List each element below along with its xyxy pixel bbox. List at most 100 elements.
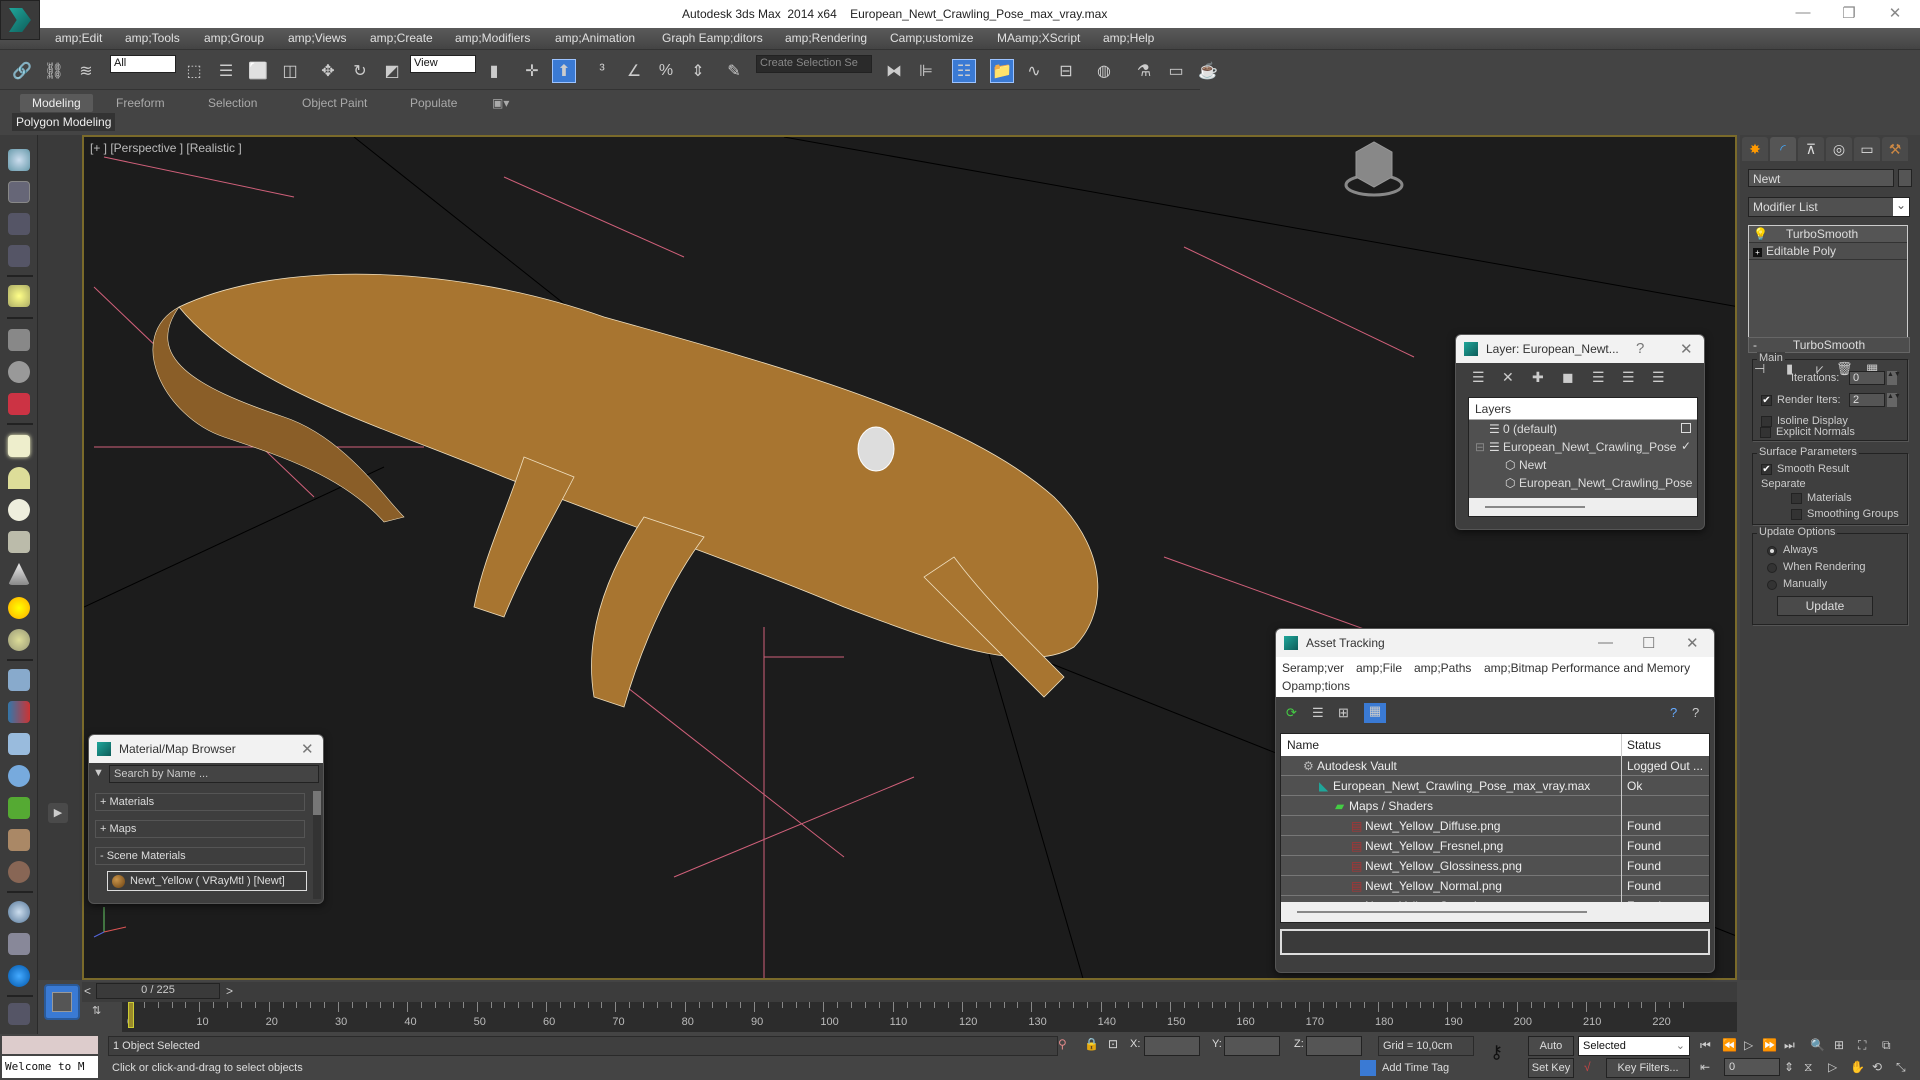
zoom-extents-icon[interactable]: ⛶ [1858,1038,1866,1053]
horizontal-scrollbar[interactable] [1281,902,1709,922]
hair-hf-icon[interactable] [8,829,30,851]
minimize-button[interactable]: — [1788,4,1818,21]
molecule-icon[interactable] [8,701,30,723]
asset-tracking-titlebar[interactable]: Asset Tracking — ☐ ✕ [1276,629,1714,657]
play-icon[interactable]: ▷ [1744,1038,1753,1052]
manipulate-icon[interactable]: ✛ [520,59,544,83]
auto-key-button[interactable]: Auto Key [1528,1036,1574,1070]
panel-slider-icon[interactable] [8,245,30,267]
angle-snap-icon[interactable]: ∠ [622,59,646,83]
area-light-icon[interactable] [8,435,30,457]
rect-region-icon[interactable]: ⬜ [246,59,270,83]
menu-paths[interactable]: amp;Paths [1414,661,1471,675]
update-always-radio[interactable] [1767,546,1777,556]
key-mode-toggle-icon[interactable]: ⇤ [1700,1060,1710,1074]
select-by-name-icon[interactable]: ☰ [214,59,238,83]
camera-red-icon[interactable] [8,393,30,415]
maximize-button[interactable]: ☐ [1642,634,1655,652]
layer-row[interactable]: ⊟ ☰ European_Newt_Crawling_Pose ✓ [1469,438,1697,456]
blue-sphere-icon[interactable] [8,965,30,987]
maxscript-mini-listener-top[interactable] [2,1036,98,1054]
set-key-mode-key-icon[interactable]: ⚷ [1490,1042,1503,1063]
stack-item-turbosmooth[interactable]: 💡 TurboSmooth [1749,226,1907,243]
frame-counter[interactable]: 0 / 225 [96,983,220,999]
select-layer-icon[interactable]: ☰ [1592,369,1605,386]
selection-lock-icon[interactable]: 🔒 [1084,1037,1099,1051]
scale-icon[interactable]: ◩ [380,59,404,83]
spot-light-icon[interactable] [8,563,30,585]
sphere-icon[interactable] [8,901,30,923]
mesh-light-icon[interactable] [8,531,30,553]
layer-row[interactable]: ☰ 0 (default) [1469,420,1697,438]
set-current-layer-icon[interactable]: ☰ [1622,369,1635,386]
absolute-mode-icon[interactable]: ⊡ [1108,1037,1118,1051]
ox-fur-icon[interactable] [8,861,30,883]
asset-row[interactable]: ▤ Newt_Yellow_Fresnel.png Found [1281,836,1709,856]
lightbulb-icon[interactable]: 💡 [1753,227,1768,241]
sun-icon[interactable] [8,597,30,619]
layers-column-header[interactable]: Layers [1469,398,1697,420]
move-icon[interactable]: ✥ [316,59,340,83]
collapse-icon[interactable]: ⊟ [1475,440,1485,454]
prev-key-icon[interactable]: ⏪ [1722,1038,1737,1052]
search-input[interactable]: Search by Name ... [109,765,319,783]
go-to-start-icon[interactable]: ⏮ [1700,1038,1711,1053]
section-maps[interactable]: + Maps [95,820,305,838]
edit-named-sel-icon[interactable]: ✎ [722,59,746,83]
column-name[interactable]: Name [1287,738,1319,752]
next-frame-button[interactable]: > [226,984,233,998]
iterations-spinner[interactable]: 0 [1849,371,1885,385]
delete-layer-icon[interactable]: ✕ [1502,369,1514,386]
close-button[interactable]: ✕ [301,740,314,758]
pan-icon[interactable]: ✋ [1850,1060,1865,1074]
maximize-viewport-icon[interactable]: ⤡ [1896,1060,1906,1075]
menu-server[interactable]: Seramp;ver [1282,661,1344,675]
menu-views[interactable]: amp;Views [288,31,346,45]
close-button[interactable]: ✕ [1680,340,1693,358]
motion-tab[interactable]: ◎ [1826,137,1852,161]
create-tab[interactable]: ✸ [1742,137,1768,161]
set-key-button[interactable]: Set Key [1528,1058,1574,1078]
camera-dome-icon[interactable] [8,361,30,383]
options-dropdown-icon[interactable]: ▼ [93,767,104,779]
track-bar[interactable]: 0102030405060708090100110120130140150160… [122,1002,1737,1032]
turbosmooth-rollout-header[interactable]: - TurboSmooth [1748,337,1910,353]
keyboard-shortcut-icon[interactable]: ⬆ [552,59,576,83]
restore-button[interactable]: ❐ [1834,4,1864,22]
isoline-display-checkbox[interactable] [1761,416,1772,427]
rendered-frame-icon[interactable]: ▭ [1164,59,1188,83]
tab-freeform[interactable]: Freeform [104,94,177,112]
asset-path-field[interactable] [1280,929,1710,955]
menu-modifiers[interactable]: amp;Modifiers [455,31,530,45]
grass-icon[interactable] [8,797,30,819]
object-name-field[interactable]: Newt [1748,169,1894,187]
layer-object-row[interactable]: ⬡ Newt [1469,456,1697,474]
mirror-icon[interactable]: ⧓ [882,59,906,83]
layer-visibility-box[interactable] [1681,423,1691,433]
frame-spinner-icon[interactable]: ⇕ [1784,1060,1794,1074]
separate-smoothing-groups-checkbox[interactable] [1791,509,1802,520]
menu-group[interactable]: amp;Group [204,31,264,45]
asset-row[interactable]: ▤ Newt_Yellow_Normal.png Found [1281,876,1709,896]
zoom-extents-all-icon[interactable]: ⧉ [1882,1038,1891,1053]
refresh-icon[interactable]: ⟳ [1286,705,1297,721]
fur-ball-icon[interactable] [8,765,30,787]
menu-maxscript[interactable]: MAamp;XScript [997,31,1080,45]
layer-dialog-titlebar[interactable]: Layer: European_Newt... ? ✕ [1456,335,1704,363]
separate-materials-checkbox[interactable] [1791,493,1802,504]
render-iters-checkbox[interactable]: ✔ [1761,395,1772,406]
ies-light-icon[interactable] [8,629,30,651]
selection-filter-dropdown[interactable]: All [110,55,176,73]
unlink-icon[interactable]: ⛓ [42,59,66,83]
link-icon[interactable]: 🔗 [10,59,34,83]
section-scene-materials[interactable]: - Scene Materials [95,847,305,865]
menu-bitmap-performance[interactable]: amp;Bitmap Performance and Memory [1484,661,1690,675]
layer-manager-icon[interactable]: ☷ [952,59,976,83]
material-select-icon[interactable] [8,933,30,955]
scene-explorer-icon[interactable]: 📁 [990,59,1014,83]
add-to-layer-icon[interactable]: ✚ [1532,369,1544,386]
zoom-all-icon[interactable]: ⊞ [1834,1038,1844,1052]
iterations-spinner-arrows[interactable]: ▲▼ [1887,371,1901,385]
current-frame-field[interactable]: 0 [1724,1058,1780,1076]
structure-icon[interactable] [8,733,30,755]
